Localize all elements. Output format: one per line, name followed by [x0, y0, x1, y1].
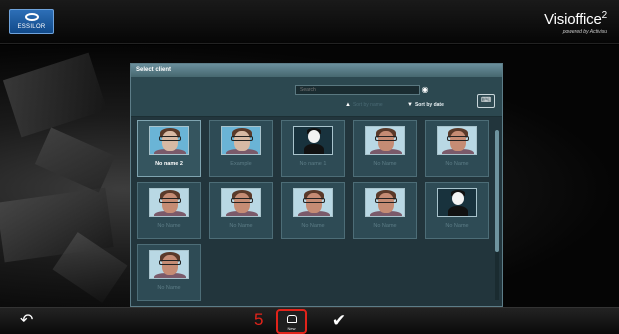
client-name: No Name: [157, 223, 181, 229]
keyboard-icon: ⌨: [480, 97, 492, 104]
background-shard: [2, 52, 108, 138]
client-name: No Name: [373, 223, 397, 229]
logo-text: ESSILOR: [17, 24, 46, 30]
client-card[interactable]: No Name: [353, 120, 417, 177]
keyboard-button[interactable]: ⌨: [477, 94, 495, 108]
client-grid: No name 2 Example No name 1 No Name No Name N…: [137, 120, 489, 302]
client-name: No Name: [445, 223, 469, 229]
search-input[interactable]: [295, 85, 420, 95]
client-thumbnail: [365, 188, 405, 217]
top-bar: ESSILOR Visioffice2 powered by Activisu: [0, 0, 619, 44]
client-thumbnail: [437, 126, 477, 155]
client-thumbnail: [365, 126, 405, 155]
dialog-header: ◉ ▲Sort by name ▼Sort by date ⌨: [131, 77, 502, 117]
client-card[interactable]: No Name: [137, 244, 201, 301]
client-thumbnail: [293, 126, 333, 155]
client-card[interactable]: No name 2: [137, 120, 201, 177]
new-client-label: New: [287, 326, 296, 331]
confirm-button[interactable]: ✔: [328, 310, 350, 332]
client-thumbnail: [149, 126, 189, 155]
sort-by-name-option[interactable]: ▲ Sort by name: [345, 102, 383, 108]
client-card[interactable]: No Name: [353, 182, 417, 239]
client-name: No name 2: [155, 161, 183, 167]
essilor-logo: ESSILOR: [9, 9, 54, 34]
new-client-icon: [287, 315, 297, 323]
dialog-title: Select client: [131, 64, 502, 77]
new-client-button[interactable]: New: [276, 309, 307, 334]
client-card[interactable]: No Name: [425, 120, 489, 177]
client-name: No Name: [373, 161, 397, 167]
brand-title: Visioffice2: [544, 10, 607, 28]
back-arrow-icon: ↶: [20, 312, 34, 329]
client-card[interactable]: No name 1: [281, 120, 345, 177]
background-stage: Select client ◉ ▲Sort by name ▼Sort by d…: [0, 45, 619, 307]
select-client-dialog: Select client ◉ ▲Sort by name ▼Sort by d…: [130, 63, 503, 307]
brand-subtitle: powered by Activisu: [562, 29, 607, 35]
client-thumbnail: [149, 188, 189, 217]
sort-by-date-option[interactable]: ▼ Sort by date: [407, 102, 444, 108]
client-name: No Name: [445, 161, 469, 167]
client-thumbnail: [221, 188, 261, 217]
client-name: No name 1: [299, 161, 327, 167]
client-card[interactable]: No Name: [137, 182, 201, 239]
client-card[interactable]: No Name: [425, 182, 489, 239]
bottom-toolbar: ↶ 5 New ✔: [0, 307, 619, 334]
sort-down-icon: ▼: [407, 102, 413, 108]
scrollbar-thumb[interactable]: [495, 130, 499, 252]
client-thumbnail: [221, 126, 261, 155]
client-name: Example: [230, 161, 252, 167]
client-thumbnail: [293, 188, 333, 217]
client-card[interactable]: Example: [209, 120, 273, 177]
client-card[interactable]: No Name: [281, 182, 345, 239]
client-name: No Name: [229, 223, 253, 229]
search-icon[interactable]: ◉: [420, 85, 430, 95]
brand: Visioffice2 powered by Activisu: [544, 10, 607, 35]
back-button[interactable]: ↶: [20, 312, 36, 330]
client-thumbnail: [149, 250, 189, 279]
scrollbar[interactable]: [495, 130, 499, 300]
client-name: No Name: [157, 285, 181, 291]
checkmark-icon: ✔: [331, 311, 347, 330]
client-name: No Name: [301, 223, 325, 229]
client-thumbnail: [437, 188, 477, 217]
background-shard: [34, 127, 116, 193]
eye-icon: [24, 13, 39, 21]
step-marker: 5: [254, 310, 264, 329]
client-card[interactable]: No Name: [209, 182, 273, 239]
sort-up-icon: ▲: [345, 102, 351, 108]
